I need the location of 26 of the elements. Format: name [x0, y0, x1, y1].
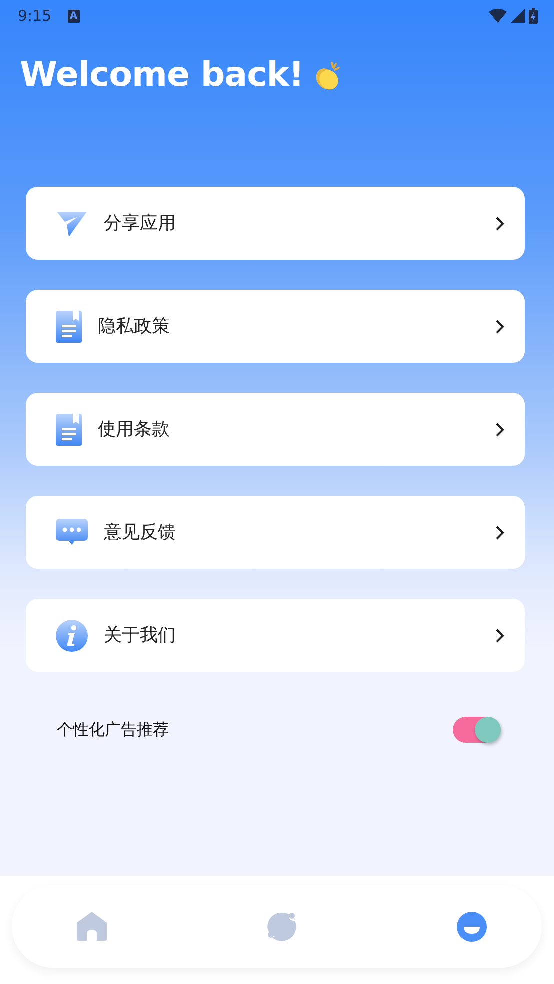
chevron-right-icon [495, 524, 505, 540]
document-icon [56, 414, 82, 446]
signal-icon [511, 9, 525, 23]
chevron-right-icon [495, 422, 505, 438]
document-icon [56, 310, 82, 342]
home-icon [76, 912, 108, 942]
battery-icon [529, 8, 538, 24]
menu-item[interactable]: 分享应用 [26, 187, 525, 260]
setting-label: 个性化广告推荐 [57, 719, 169, 741]
status-time: 9:15 [18, 6, 52, 27]
wifi-icon [489, 9, 507, 23]
chevron-right-icon [495, 216, 505, 232]
send-icon [56, 210, 88, 238]
menu-item[interactable]: 关于我们 [26, 599, 525, 672]
welcome-title: Welcome back! [20, 54, 304, 97]
toggle-switch[interactable] [453, 717, 499, 743]
smile-icon [456, 912, 488, 942]
planet-icon [266, 912, 298, 942]
chevron-right-icon [495, 318, 505, 334]
chat-bubble-icon [56, 518, 88, 546]
menu-item[interactable]: 隐私政策 [26, 290, 525, 363]
info-icon [56, 620, 88, 652]
menu-item[interactable]: 使用条款 [26, 393, 525, 466]
menu-item[interactable]: 意见反馈 [26, 496, 525, 569]
notification-icon: A [68, 10, 80, 22]
chevron-right-icon [495, 628, 505, 644]
